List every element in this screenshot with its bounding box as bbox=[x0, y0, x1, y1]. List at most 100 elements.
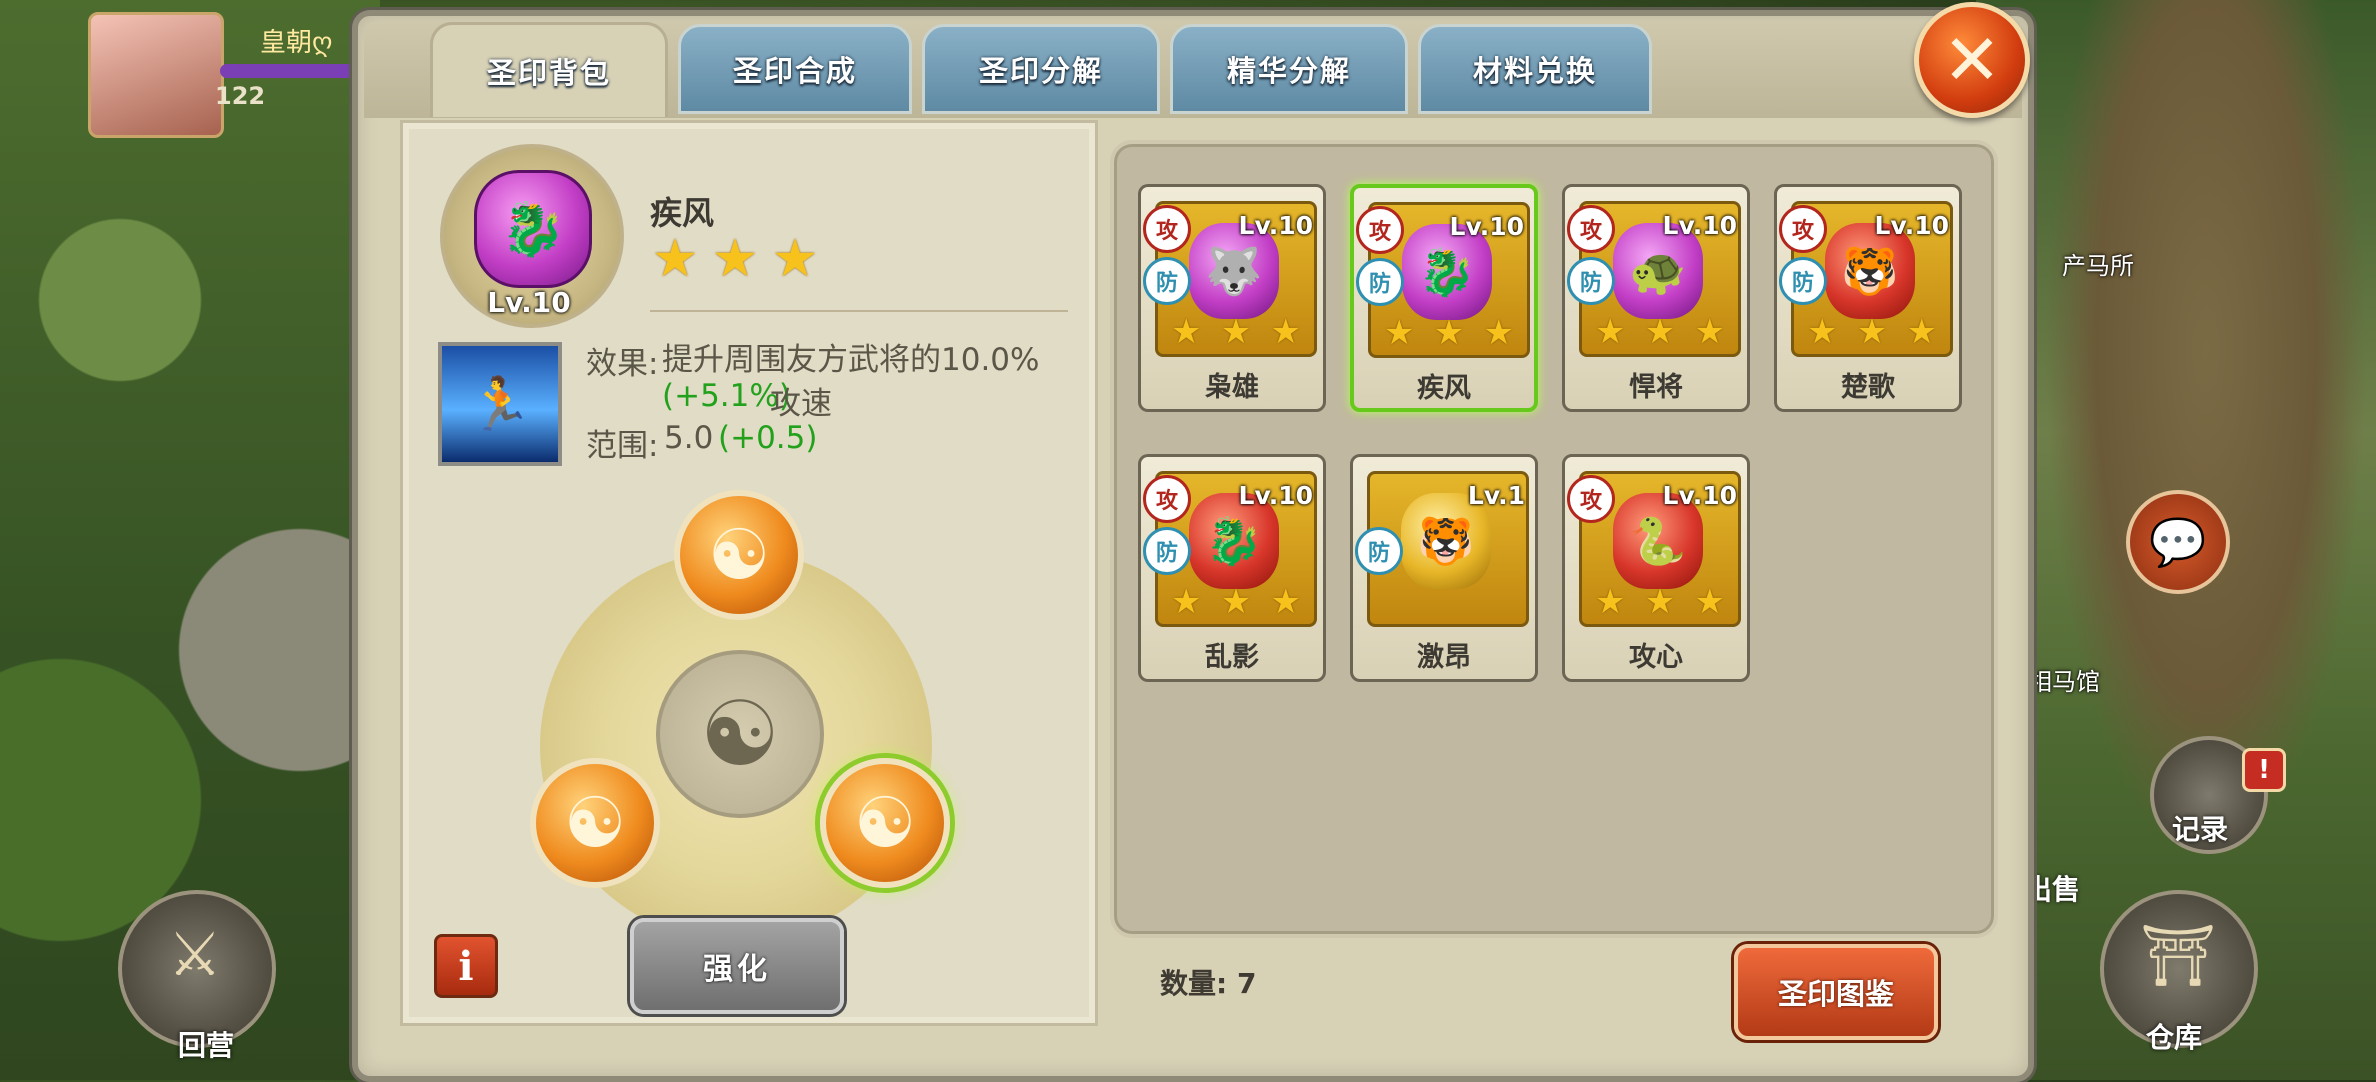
seal-level: Lv.10 bbox=[1662, 211, 1737, 240]
seal-name: 疾风 bbox=[1417, 373, 1471, 404]
chat-icon: 💬 bbox=[2149, 514, 2207, 569]
effect-label: 效果: bbox=[586, 346, 659, 382]
seal-stars: ★ ★ ★ bbox=[1807, 315, 1937, 349]
defense-badge-icon: 防 bbox=[1143, 257, 1191, 305]
star-icon: ★ bbox=[1856, 312, 1888, 352]
warehouse-label: 仓库 bbox=[2146, 1021, 2203, 1054]
player-avatar[interactable] bbox=[88, 12, 224, 138]
seal-name: 悍将 bbox=[1629, 372, 1683, 403]
range-bonus: (+0.5) bbox=[718, 420, 818, 456]
warehouse-icon: ⛩ bbox=[2140, 921, 2217, 991]
info-button[interactable]: i bbox=[434, 934, 498, 998]
attack-badge-icon: 攻 bbox=[1356, 206, 1404, 254]
seal-level: Lv.10 bbox=[1662, 481, 1737, 510]
socket-right[interactable]: ☯ bbox=[820, 758, 950, 888]
star-icon: ★ bbox=[1384, 313, 1415, 353]
seal-name: 楚歌 bbox=[1841, 372, 1895, 403]
seal-name: 枭雄 bbox=[1205, 372, 1259, 403]
effect-suffix: 攻速 bbox=[770, 386, 832, 422]
star-icon: ★ bbox=[711, 229, 759, 289]
map-label-horse-hall[interactable]: 相马馆 bbox=[2028, 662, 2100, 697]
star-icon: ★ bbox=[1807, 312, 1838, 352]
attack-badge-icon: 攻 bbox=[1567, 205, 1615, 253]
sword-icon: ⚔ bbox=[168, 920, 222, 990]
star-icon: ★ bbox=[1171, 312, 1202, 352]
selected-seal-gem: 🐉 bbox=[474, 170, 592, 288]
attack-badge-icon: 攻 bbox=[1143, 475, 1191, 523]
star-icon: ★ bbox=[771, 229, 819, 289]
tab-seal-bag[interactable]: 圣印背包 bbox=[430, 22, 668, 117]
tiger-icon: 🐯 bbox=[1417, 513, 1475, 568]
yin-yang-icon: ☯ bbox=[707, 514, 771, 596]
star-icon: ★ bbox=[1483, 313, 1514, 353]
player-level: 122 bbox=[215, 82, 266, 110]
yin-yang-icon: ☯ bbox=[563, 782, 627, 864]
turtle-icon: 🐢 bbox=[1629, 243, 1687, 298]
enhance-button[interactable]: 强化 bbox=[630, 918, 844, 1014]
close-button[interactable]: ✕ bbox=[1914, 2, 2030, 118]
range-label: 范围: bbox=[586, 428, 659, 464]
star-icon: ★ bbox=[1694, 582, 1725, 622]
star-icon: ★ bbox=[1433, 313, 1465, 353]
star-icon: ★ bbox=[1270, 312, 1301, 352]
star-icon: ★ bbox=[1906, 312, 1937, 352]
seal-slot[interactable]: 🐺 Lv.10 攻防 ★ ★ ★ 枭雄 bbox=[1138, 184, 1326, 412]
seal-stars: ★ ★ ★ bbox=[1171, 585, 1301, 619]
defense-badge-icon: 防 bbox=[1567, 257, 1615, 305]
star-icon: ★ bbox=[1220, 312, 1252, 352]
notification-badge: ! bbox=[2242, 748, 2286, 792]
star-icon: ★ bbox=[1694, 312, 1725, 352]
effect-text: 提升周围友方武将的10.0% bbox=[662, 342, 1040, 378]
star-icon: ★ bbox=[1171, 582, 1202, 622]
divider bbox=[650, 310, 1068, 312]
chat-button[interactable]: 💬 bbox=[2126, 490, 2230, 594]
star-icon: ★ bbox=[1644, 582, 1676, 622]
skill-icon: 🏃 bbox=[438, 342, 562, 466]
seal-slot[interactable]: 🐉 Lv.10 攻防 ★ ★ ★ 乱影 bbox=[1138, 454, 1326, 682]
selected-seal-name: 疾风 bbox=[650, 194, 715, 232]
attack-badge-icon: 攻 bbox=[1567, 475, 1615, 523]
seal-stars: ★ ★ ★ bbox=[1595, 585, 1725, 619]
seal-name: 攻心 bbox=[1629, 642, 1683, 673]
seal-level: Lv.10 bbox=[1449, 212, 1524, 241]
defense-badge-icon: 防 bbox=[1779, 257, 1827, 305]
range-value: 5.0 bbox=[664, 420, 714, 456]
dragon-icon: 🐉 bbox=[1205, 513, 1263, 568]
star-icon: ★ bbox=[651, 229, 699, 289]
seal-name: 激昂 bbox=[1417, 642, 1471, 673]
star-icon: ★ bbox=[1644, 312, 1676, 352]
tab-seal-decompose[interactable]: 圣印分解 bbox=[922, 24, 1160, 114]
defense-badge-icon: 防 bbox=[1356, 258, 1404, 306]
seal-stars: ★ ★ ★ bbox=[1171, 315, 1301, 349]
star-icon: ★ bbox=[1220, 582, 1252, 622]
seal-level: Lv.10 bbox=[1874, 211, 1949, 240]
seal-name: 乱影 bbox=[1205, 642, 1259, 673]
seal-slot[interactable]: 🐯 Lv.10 攻防 ★ ★ ★ 楚歌 bbox=[1774, 184, 1962, 412]
tab-essence-decompose[interactable]: 精华分解 bbox=[1170, 24, 1408, 114]
tiger-icon: 🐯 bbox=[1841, 243, 1899, 298]
item-count: 数量: 7 bbox=[1160, 967, 1257, 1000]
star-icon: ★ bbox=[1595, 312, 1626, 352]
seal-level: Lv.10 bbox=[1238, 481, 1313, 510]
attack-badge-icon: 攻 bbox=[1779, 205, 1827, 253]
seal-slot[interactable]: 🐉 Lv.10 攻防 ★ ★ ★ 疾风 bbox=[1350, 184, 1538, 412]
tab-material-exchange[interactable]: 材料兑换 bbox=[1418, 24, 1652, 114]
seal-slot[interactable]: 🐍 Lv.10 攻 ★ ★ ★ 攻心 bbox=[1562, 454, 1750, 682]
attack-badge-icon: 攻 bbox=[1143, 205, 1191, 253]
tab-seal-synthesis[interactable]: 圣印合成 bbox=[678, 24, 912, 114]
star-icon: ★ bbox=[1270, 582, 1301, 622]
socket-left[interactable]: ☯ bbox=[530, 758, 660, 888]
defense-badge-icon: 防 bbox=[1143, 527, 1191, 575]
socket-top[interactable]: ☯ bbox=[674, 490, 804, 620]
map-label-horse-farm[interactable]: 产马所 bbox=[2062, 246, 2134, 281]
seal-atlas-button[interactable]: 圣印图鉴 bbox=[1734, 944, 1938, 1040]
defense-badge-icon: 防 bbox=[1355, 527, 1403, 575]
seal-slot[interactable]: 🐢 Lv.10 攻防 ★ ★ ★ 悍将 bbox=[1562, 184, 1750, 412]
seal-slot[interactable]: 🐯 Lv.1 防激昂 bbox=[1350, 454, 1538, 682]
return-camp-label: 回营 bbox=[178, 1029, 235, 1062]
dragon-icon: 🐉 bbox=[500, 199, 566, 260]
seal-level: Lv.1 bbox=[1467, 481, 1525, 510]
seal-stars: ★ ★ ★ bbox=[1384, 316, 1514, 350]
record-label: 记录 bbox=[2172, 813, 2229, 846]
yin-yang-center-icon: ☯ bbox=[656, 650, 824, 818]
